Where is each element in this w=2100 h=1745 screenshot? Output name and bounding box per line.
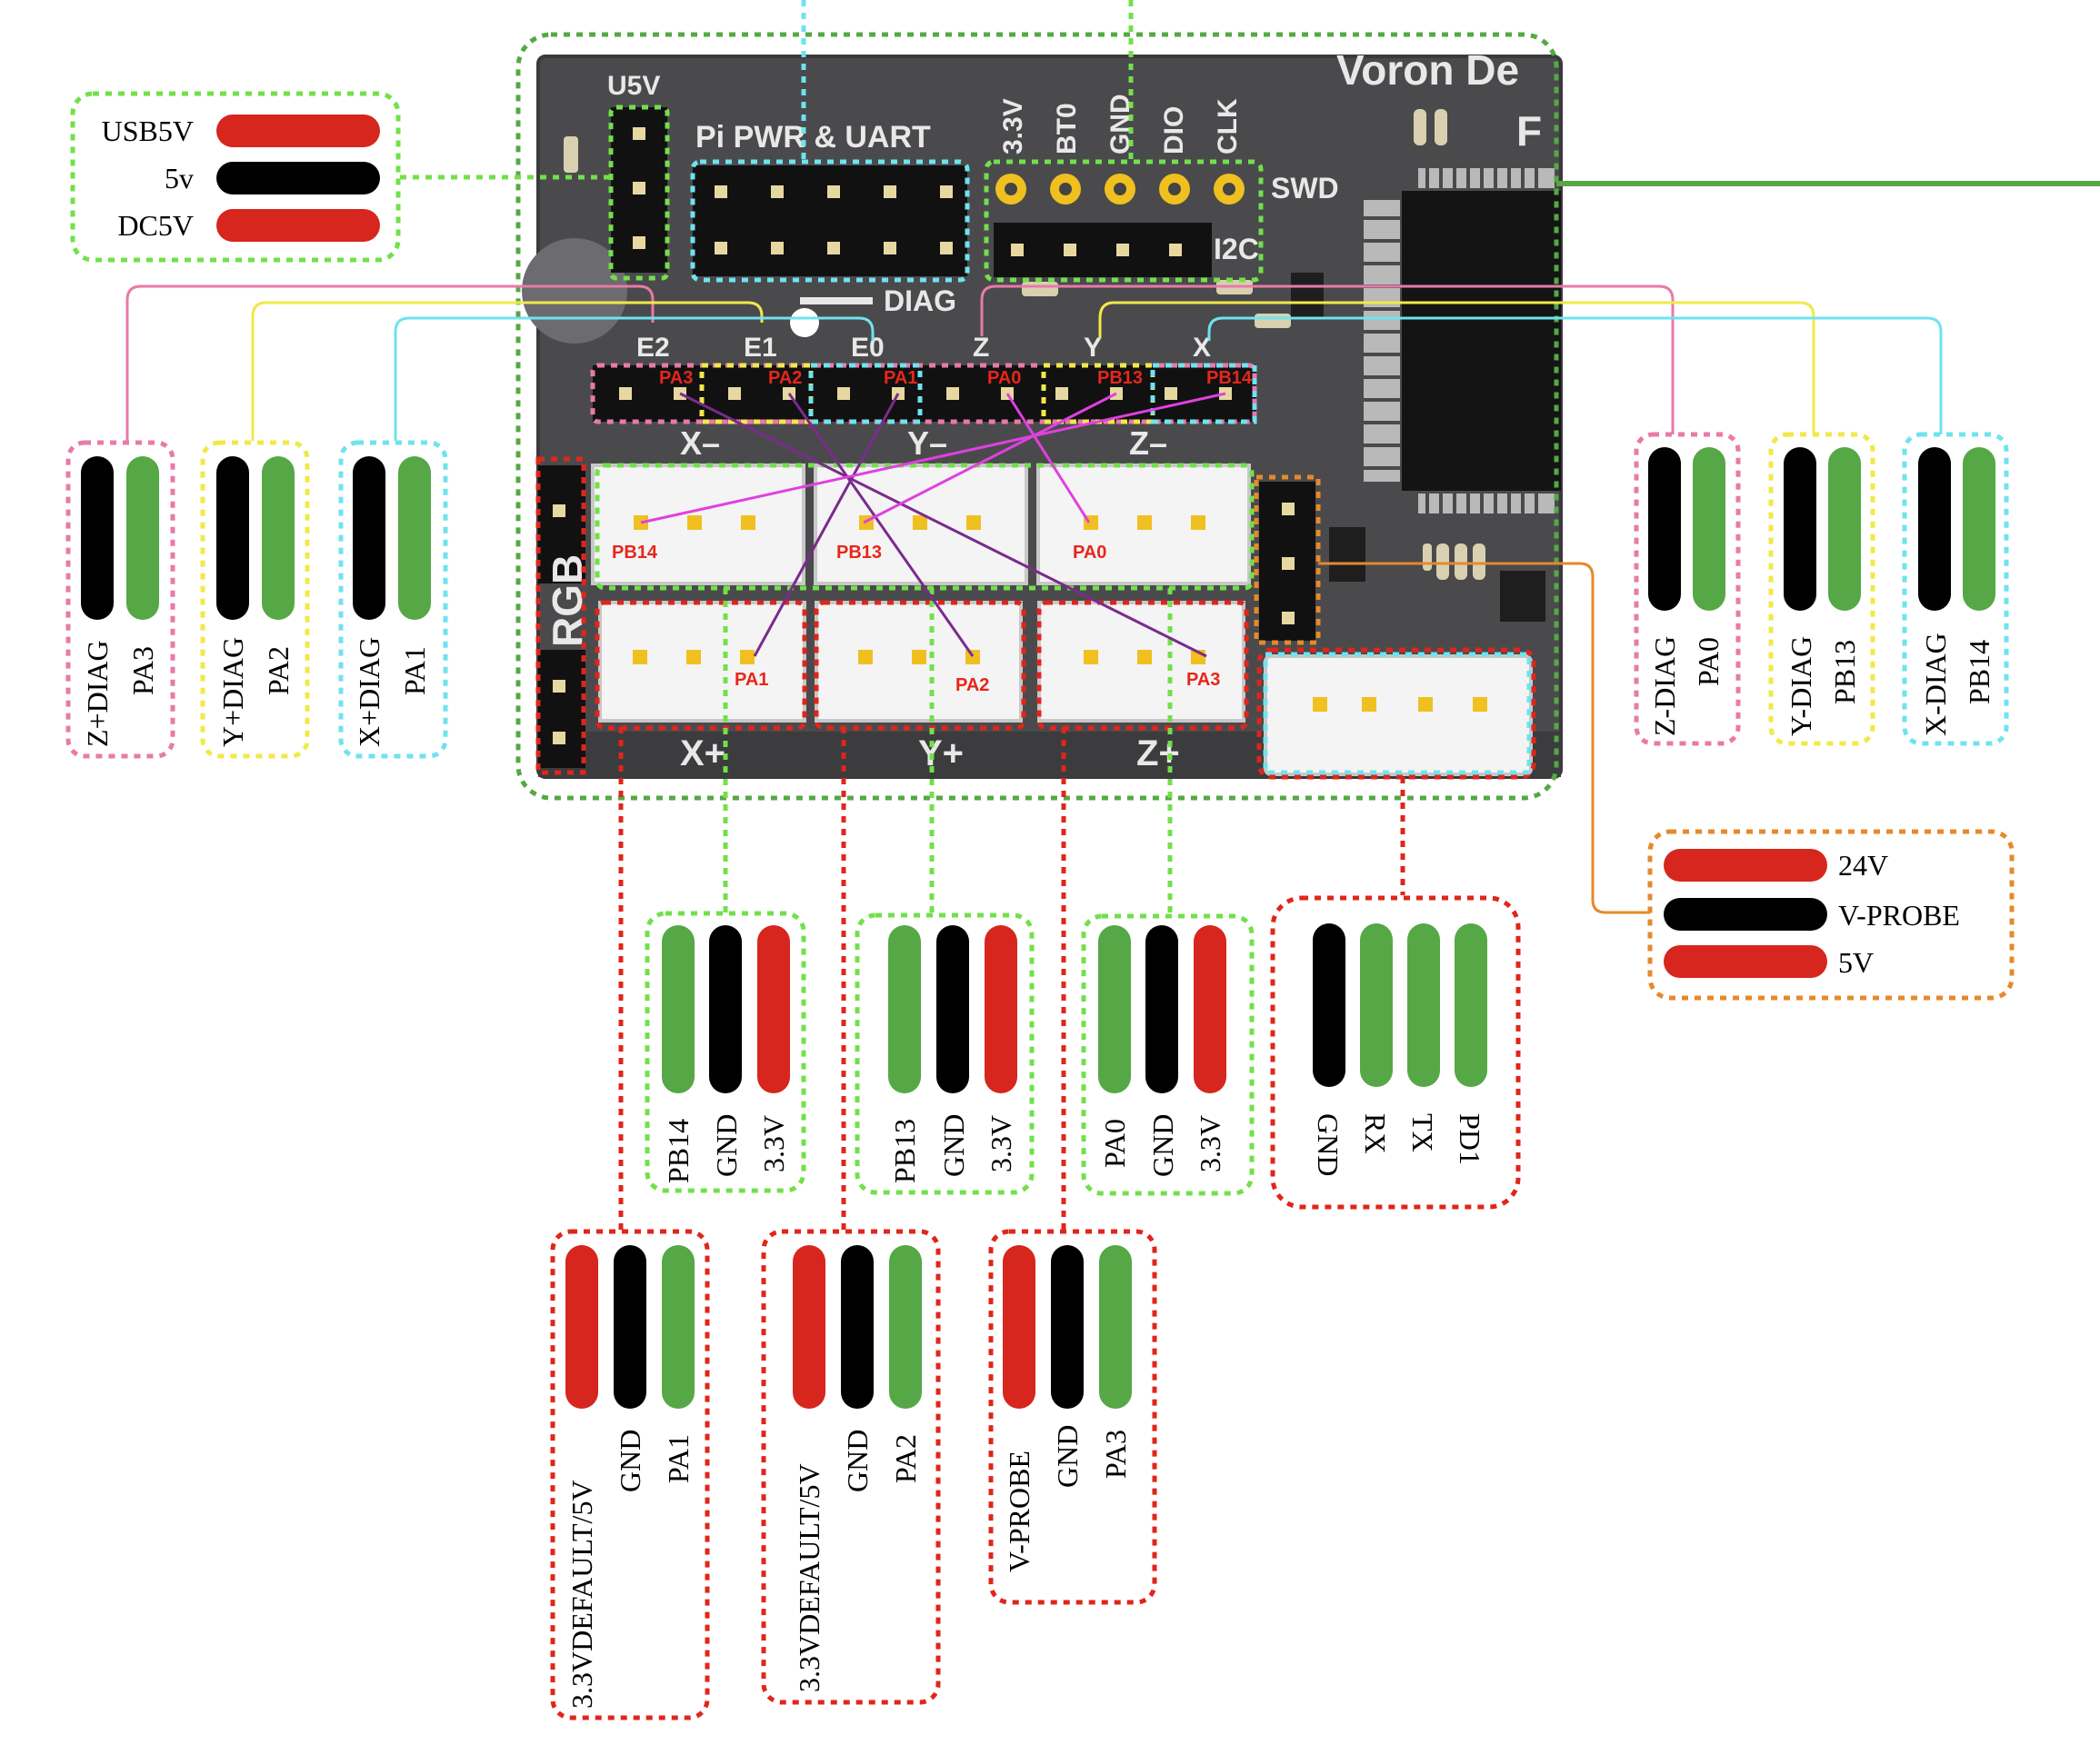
right-diag-x: X-DIAG PB14 [1902,432,2009,746]
minus-conn-pin-pa0: PA0 [1073,543,1106,563]
plus-x-label-2: PA1 [662,1434,695,1483]
left-diag-x-label-1: PA1 [398,646,431,695]
minus-y-label-2: 3.3V [985,1115,1017,1172]
diag-pin-pb14: PB14 [1206,368,1253,388]
diag-board-label: DIAG [884,284,956,317]
plus-conn-pin-pa3: PA3 [1186,670,1220,690]
swd-pin-clk: CLK [1213,98,1243,155]
power-5v-label: 5v [165,162,194,194]
probe-header[interactable] [1259,482,1315,641]
probe-group: 24V V-PROBE 5V [1647,829,2015,1001]
power-dc5v-label: DC5V [117,209,194,242]
plus-conn-pin-pa1: PA1 [735,670,768,690]
left-diag-x-label-0: X+DIAG [353,637,385,747]
mcu-chip [1402,191,1561,491]
plus-x-label-0: 3.3VDEFAULT/5V [565,1480,598,1709]
probe-5v-label: 5V [1838,946,1874,979]
left-diag-z-label-1: PA3 [126,646,159,695]
board-title: Voron De [1336,46,1519,94]
minus-conn-pin-pb14: PB14 [612,543,658,563]
diag-head-e1: E1 [744,333,777,363]
plus-y-label-2: PA2 [889,1434,922,1483]
power-select-group: USB5V 5v DC5V [70,91,401,263]
pi-pwr-label: Pi PWR & UART [695,120,931,155]
right-diag-x-label-0: X-DIAG [1919,633,1952,736]
plus-endstop-connectors[interactable]: PA1 PA2 PA3 X+ Y+ Z+ [598,601,1245,773]
minus-x-label-0: PB14 [662,1119,695,1183]
minus-endstop-connectors[interactable]: PB14 PB13 PA0 [591,464,1251,585]
u5v-label: U5V [607,71,660,101]
board-title-2: F [1516,107,1542,155]
right-diag-x-label-1: PB14 [1963,640,1995,704]
probe-24v-label: 24V [1838,849,1888,882]
minus-endstop-y: PB13 GND 3.3V [855,912,1035,1195]
swd-pin-bt0: BT0 [1052,103,1082,155]
left-diag-y: Y+DIAG PA2 [200,440,310,759]
diag-pin-pa2: PA2 [768,368,802,388]
minus-z-label-1: GND [1146,1114,1179,1177]
minus-y-label-1: GND [937,1114,970,1177]
probe-vprobe-label: V-PROBE [1838,899,1960,932]
diag-head-e0: E0 [851,333,885,363]
diag-pin-pa1: PA1 [884,368,917,388]
i2c-label: I2C [1214,233,1259,265]
plus-label-x: X+ [680,733,725,773]
uart-pd1-label: PD1 [1454,1113,1486,1165]
minus-conn-pin-pb13: PB13 [836,543,882,563]
plus-conn-pin-pa2: PA2 [955,675,989,695]
swd-label: SWD [1271,172,1339,204]
uart-group: GND RX TX PD1 [1270,895,1521,1210]
right-diag-y-label-0: Y-DIAG [1785,636,1817,736]
left-diag-z: Z+DIAG PA3 [65,440,175,759]
plus-label-z: Z+ [1136,733,1180,773]
diag-pin-pb13: PB13 [1097,368,1143,388]
uart-tx-label: TX [1406,1113,1439,1152]
plus-label-y: Y+ [918,733,964,773]
left-diag-x: X+DIAG PA1 [338,440,448,759]
uart-gnd-label: GND [1312,1113,1345,1176]
power-usb5v-label: USB5V [102,115,194,147]
minus-label-x: X– [680,424,720,462]
wiring-diagram: Voron De F U5V Pi PWR & UART DIAG 3.3V B… [65,0,2100,1720]
minus-x-label-2: 3.3V [757,1115,790,1172]
plus-endstop-y: 3.3VDEFAULT/5V GND PA2 [761,1229,941,1705]
plus-endstop-z: V-PROBE GND PA3 [988,1229,1157,1605]
minus-endstop-x: PB14 GND 3.3V [645,911,806,1193]
plus-y-label-0: 3.3VDEFAULT/5V [793,1463,825,1692]
plus-endstop-x: 3.3VDEFAULT/5V GND PA1 [550,1229,710,1720]
right-diag-z: Z-DIAG PA0 [1634,432,1741,746]
diag-pin-pa0: PA0 [987,368,1021,388]
diag-head-z: Z [973,333,989,363]
plus-y-label-1: GND [841,1430,874,1492]
minus-endstop-z: PA0 GND 3.3V [1081,913,1255,1196]
right-diag-z-label-1: PA0 [1692,637,1725,686]
minus-z-label-0: PA0 [1098,1119,1131,1168]
right-diag-z-label-0: Z-DIAG [1648,636,1681,736]
minus-z-label-2: 3.3V [1194,1115,1226,1172]
minus-y-label-0: PB13 [888,1119,921,1183]
plus-x-label-1: GND [614,1430,646,1492]
uart-connector[interactable] [1264,654,1533,776]
plus-z-label-1: GND [1051,1425,1084,1488]
minus-label-z: Z– [1129,424,1167,462]
left-diag-y-label-0: Y+DIAG [216,637,249,747]
right-diag-y: Y-DIAG PB13 [1768,432,1875,746]
left-diag-z-label-0: Z+DIAG [81,640,114,747]
plus-z-label-2: PA3 [1099,1430,1132,1479]
minus-x-label-1: GND [710,1114,743,1177]
right-diag-y-label-1: PB13 [1828,640,1861,704]
swd-pin-dio: DIO [1159,106,1189,155]
diag-pin-pa3: PA3 [659,368,693,388]
uart-rx-label: RX [1359,1113,1392,1153]
diag-head-e2: E2 [636,333,670,363]
plus-z-label-0: V-PROBE [1003,1451,1035,1572]
swd-pin-3v3: 3.3V [998,98,1028,155]
left-diag-y-label-1: PA2 [262,646,295,695]
